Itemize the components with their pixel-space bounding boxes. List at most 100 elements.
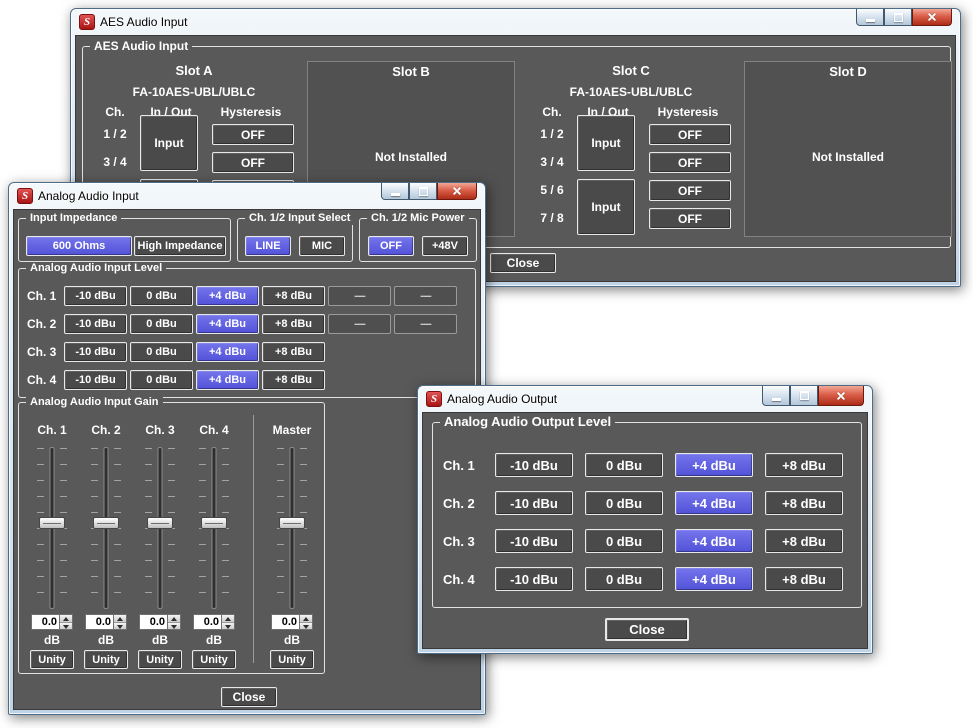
- ch4-out-plus4-button[interactable]: +4 dBu: [675, 567, 753, 591]
- ch1-out-minus10-button[interactable]: -10 dBu: [495, 453, 573, 477]
- gain-slider-ch2[interactable]: [91, 447, 121, 609]
- impedance-600ohms-button[interactable]: 600 Ohms: [26, 236, 132, 256]
- ch2-out-plus8-button[interactable]: +8 dBu: [765, 491, 843, 515]
- ch3-level-plus4-button[interactable]: +4 dBu: [196, 342, 259, 362]
- spinner-arrows[interactable]: [167, 615, 180, 629]
- spinner-arrows[interactable]: [59, 615, 72, 629]
- spin-up-icon[interactable]: [300, 615, 312, 623]
- close-window-button[interactable]: [818, 386, 864, 406]
- slider-thumb[interactable]: [201, 517, 227, 529]
- gain-slider-ch4[interactable]: [199, 447, 229, 609]
- ch2-level-plus4-button[interactable]: +4 dBu: [196, 314, 259, 334]
- slot-c-hysteresis-ch78-button[interactable]: OFF: [649, 208, 731, 229]
- slot-c-hysteresis-ch12-button[interactable]: OFF: [649, 124, 731, 145]
- slot-a-hysteresis-ch34-button[interactable]: OFF: [212, 152, 294, 173]
- output-titlebar[interactable]: S Analog Audio Output: [418, 386, 872, 412]
- spin-down-icon[interactable]: [114, 623, 126, 630]
- unity-button-ch4[interactable]: Unity: [192, 650, 236, 669]
- ch4-out-0-button[interactable]: 0 dBu: [585, 567, 663, 591]
- ch1-level-minus10-button[interactable]: -10 dBu: [64, 286, 127, 306]
- spin-down-icon[interactable]: [222, 623, 234, 630]
- output-close-button[interactable]: Close: [605, 618, 689, 641]
- slider-thumb[interactable]: [39, 517, 65, 529]
- minimize-button[interactable]: [381, 183, 409, 200]
- gain-slider-ch1[interactable]: [37, 447, 67, 609]
- ch4-level-minus10-button[interactable]: -10 dBu: [64, 370, 127, 390]
- slot-a-input-ch12-button[interactable]: Input: [140, 115, 198, 171]
- close-window-button[interactable]: [437, 183, 477, 200]
- spin-up-icon[interactable]: [168, 615, 180, 623]
- slider-thumb[interactable]: [279, 517, 305, 529]
- spin-up-icon[interactable]: [114, 615, 126, 623]
- unity-button-ch3[interactable]: Unity: [138, 650, 182, 669]
- slot-c-hysteresis-ch34-button[interactable]: OFF: [649, 152, 731, 173]
- minimize-button[interactable]: [762, 386, 790, 406]
- spin-down-icon[interactable]: [60, 623, 72, 630]
- spin-up-icon[interactable]: [222, 615, 234, 623]
- gain-spinner-ch3[interactable]: 0.0: [139, 614, 181, 630]
- output-row-ch4: Ch. 4 -10 dBu 0 dBu +4 dBu +8 dBu: [443, 567, 855, 591]
- gain-slider-master[interactable]: [277, 447, 307, 609]
- spin-down-icon[interactable]: [168, 623, 180, 630]
- ch3-out-minus10-button[interactable]: -10 dBu: [495, 529, 573, 553]
- aes-titlebar[interactable]: S AES Audio Input: [71, 9, 960, 35]
- ch1-out-plus4-button[interactable]: +4 dBu: [675, 453, 753, 477]
- ch4-level-plus4-button[interactable]: +4 dBu: [196, 370, 259, 390]
- unity-button-master[interactable]: Unity: [270, 650, 314, 669]
- gain-slider-ch3[interactable]: [145, 447, 175, 609]
- ch3-level-plus8-button[interactable]: +8 dBu: [262, 342, 325, 362]
- ch4-out-plus8-button[interactable]: +8 dBu: [765, 567, 843, 591]
- slot-a-hysteresis-ch12-button[interactable]: OFF: [212, 124, 294, 145]
- slot-c-input-ch56-button[interactable]: Input: [577, 179, 635, 235]
- ch1-level-0-button[interactable]: 0 dBu: [130, 286, 193, 306]
- maximize-button[interactable]: [409, 183, 437, 200]
- close-window-button[interactable]: [912, 9, 952, 26]
- maximize-button[interactable]: [884, 9, 912, 26]
- ch4-level-plus8-button[interactable]: +8 dBu: [262, 370, 325, 390]
- spin-down-icon[interactable]: [300, 623, 312, 630]
- unity-button-ch2[interactable]: Unity: [84, 650, 128, 669]
- input-titlebar[interactable]: S Analog Audio Input: [9, 183, 485, 209]
- ch3-level-minus10-button[interactable]: -10 dBu: [64, 342, 127, 362]
- ch2-out-0-button[interactable]: 0 dBu: [585, 491, 663, 515]
- ch4-level-0-button[interactable]: 0 dBu: [130, 370, 193, 390]
- gain-spinner-ch1[interactable]: 0.0: [31, 614, 73, 630]
- window-title: Analog Audio Input: [38, 189, 139, 203]
- ch3-level-0-button[interactable]: 0 dBu: [130, 342, 193, 362]
- minimize-button[interactable]: [856, 9, 884, 26]
- ch3-out-plus8-button[interactable]: +8 dBu: [765, 529, 843, 553]
- ch2-out-minus10-button[interactable]: -10 dBu: [495, 491, 573, 515]
- ch3-out-0-button[interactable]: 0 dBu: [585, 529, 663, 553]
- input-select-mic-button[interactable]: MIC: [299, 236, 345, 256]
- ch2-level-minus10-button[interactable]: -10 dBu: [64, 314, 127, 334]
- gain-spinner-ch4[interactable]: 0.0: [193, 614, 235, 630]
- impedance-high-button[interactable]: High Impedance: [134, 236, 226, 256]
- input-close-button[interactable]: Close: [221, 687, 277, 707]
- ch2-out-plus4-button[interactable]: +4 dBu: [675, 491, 753, 515]
- spinner-arrows[interactable]: [221, 615, 234, 629]
- spinner-arrows[interactable]: [299, 615, 312, 629]
- ch4-out-minus10-button[interactable]: -10 dBu: [495, 567, 573, 591]
- slot-c-input-ch12-button[interactable]: Input: [577, 115, 635, 171]
- gain-spinner-master[interactable]: 0.0: [271, 614, 313, 630]
- gain-spinner-ch2[interactable]: 0.0: [85, 614, 127, 630]
- spinner-arrows[interactable]: [113, 615, 126, 629]
- unity-button-ch1[interactable]: Unity: [30, 650, 74, 669]
- input-select-line-button[interactable]: LINE: [245, 236, 291, 256]
- slider-thumb[interactable]: [147, 517, 173, 529]
- maximize-button[interactable]: [790, 386, 818, 406]
- ch1-level-plus4-button[interactable]: +4 dBu: [196, 286, 259, 306]
- ch1-out-plus8-button[interactable]: +8 dBu: [765, 453, 843, 477]
- slot-c-hysteresis-ch56-button[interactable]: OFF: [649, 180, 731, 201]
- mic-power-48v-button[interactable]: +48V: [422, 236, 468, 256]
- ch2-level-0-button[interactable]: 0 dBu: [130, 314, 193, 334]
- spin-up-icon[interactable]: [60, 615, 72, 623]
- ch2-level-plus8-button[interactable]: +8 dBu: [262, 314, 325, 334]
- column-ch: Ch.: [94, 105, 136, 119]
- ch1-out-0-button[interactable]: 0 dBu: [585, 453, 663, 477]
- slider-thumb[interactable]: [93, 517, 119, 529]
- mic-power-off-button[interactable]: OFF: [368, 236, 414, 256]
- aes-close-button[interactable]: Close: [490, 253, 556, 273]
- ch1-level-plus8-button[interactable]: +8 dBu: [262, 286, 325, 306]
- ch3-out-plus4-button[interactable]: +4 dBu: [675, 529, 753, 553]
